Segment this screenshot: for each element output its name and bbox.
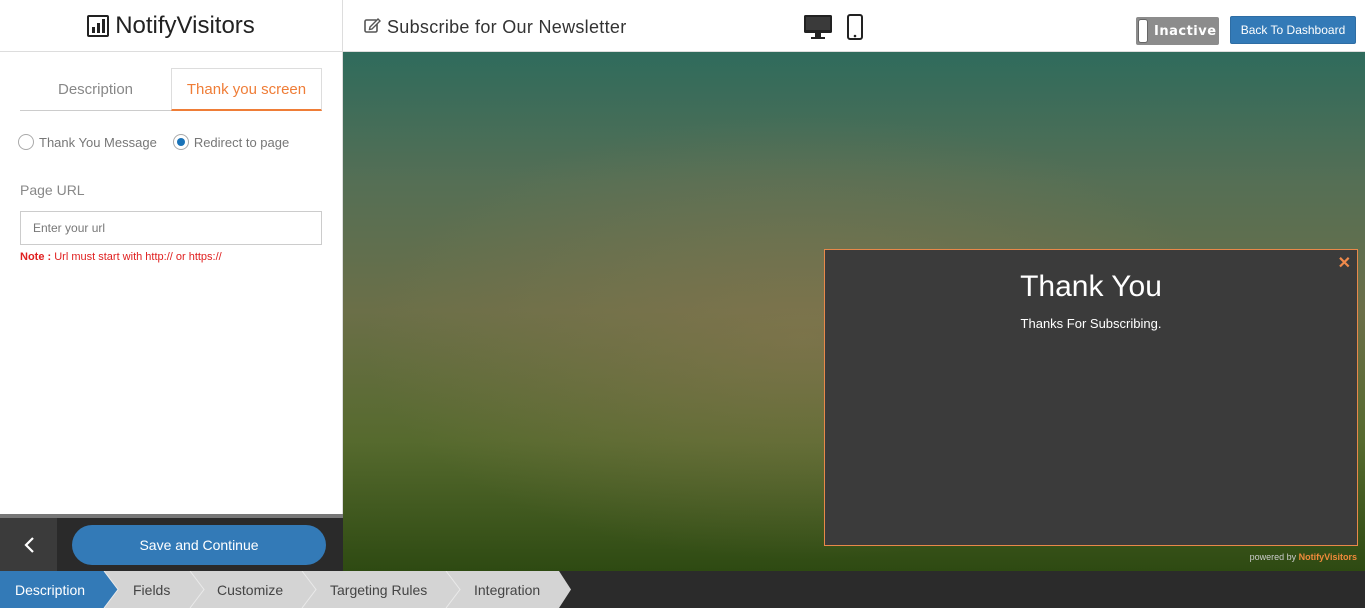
left-footer: Save and Continue xyxy=(0,518,343,571)
note-text: Url must start with http:// or https:// xyxy=(51,251,222,263)
step-label: Integration xyxy=(474,581,541,598)
step-label: Targeting Rules xyxy=(330,581,428,598)
device-switcher xyxy=(803,14,863,45)
page-title-text: Subscribe for Our Newsletter xyxy=(387,17,627,37)
thank-you-type-radios: Thank You Message Redirect to page xyxy=(18,134,289,150)
desktop-icon[interactable] xyxy=(803,14,833,45)
logo: NotifyVisitors xyxy=(0,0,343,52)
step-label: Description xyxy=(15,581,86,598)
status-toggle[interactable]: Inactive xyxy=(1136,17,1219,45)
edit-icon[interactable] xyxy=(363,16,381,39)
mobile-icon[interactable] xyxy=(847,14,863,45)
tab-description[interactable]: Description xyxy=(20,68,171,111)
url-note: Note : Url must start with http:// or ht… xyxy=(20,251,222,263)
step-integration[interactable]: Integration xyxy=(474,571,540,608)
logo-text: NotifyVisitors xyxy=(115,11,255,39)
step-label: Customize xyxy=(217,581,284,598)
wizard-steps: Description Fields Customize Targeting R… xyxy=(0,571,1365,608)
powered-by-brand[interactable]: NotifyVisitors xyxy=(1299,552,1357,562)
thank-you-popup: ✕ Thank You Thanks For Subscribing. xyxy=(824,249,1358,546)
step-fields[interactable]: Fields xyxy=(133,571,170,608)
tab-thank-you-screen[interactable]: Thank you screen xyxy=(171,68,322,111)
page-title: Subscribe for Our Newsletter xyxy=(363,16,626,39)
radio-unchecked-icon[interactable] xyxy=(18,134,34,150)
popup-subtitle: Thanks For Subscribing. xyxy=(1020,316,1162,331)
back-to-dashboard-button[interactable]: Back To Dashboard xyxy=(1230,16,1356,44)
powered-by: powered by NotifyVisitors xyxy=(1250,552,1357,562)
radio-thank-you-message[interactable]: Thank You Message xyxy=(18,134,157,150)
logo-chart-icon xyxy=(87,14,110,37)
settings-panel: Description Thank you screen Thank You M… xyxy=(0,52,343,514)
popup-title: Thank You xyxy=(1020,270,1162,303)
top-bar: Subscribe for Our Newsletter Inactive Ba… xyxy=(343,0,1365,52)
save-and-continue-button[interactable]: Save and Continue xyxy=(72,525,326,565)
previous-button[interactable] xyxy=(0,518,57,571)
radio-label: Redirect to page xyxy=(193,134,290,150)
radio-checked-icon[interactable] xyxy=(172,134,189,150)
chevron-left-icon xyxy=(23,536,34,553)
note-prefix: Note : xyxy=(20,251,52,263)
toggle-knob xyxy=(1138,19,1148,43)
step-label: Fields xyxy=(133,581,171,598)
powered-by-prefix: powered by xyxy=(1249,552,1299,562)
page-url-label: Page URL xyxy=(20,182,85,198)
step-description[interactable]: Description xyxy=(15,571,85,608)
popup-preview: ✕ Thank You Thanks For Subscribing. powe… xyxy=(343,52,1365,571)
panel-tabs: Description Thank you screen xyxy=(20,68,322,111)
step-customize[interactable]: Customize xyxy=(217,571,283,608)
page-url-input[interactable] xyxy=(20,211,322,245)
status-toggle-label: Inactive xyxy=(1154,23,1217,39)
radio-label: Thank You Message xyxy=(39,134,157,150)
step-targeting-rules[interactable]: Targeting Rules xyxy=(330,571,427,608)
radio-redirect-to-page[interactable]: Redirect to page xyxy=(172,134,290,150)
